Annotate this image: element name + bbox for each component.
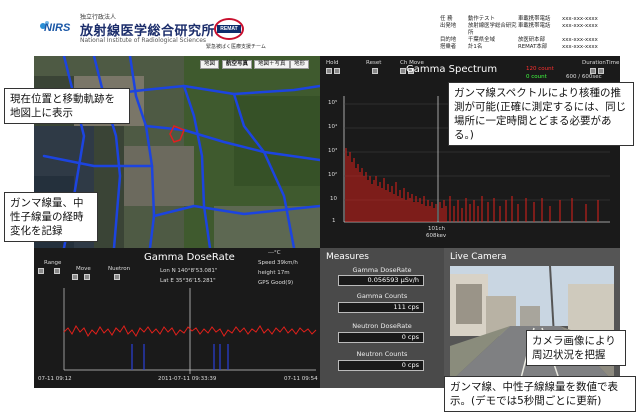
channel-label: 101ch xyxy=(428,226,446,232)
gamma-counts-value: 111 cps xyxy=(338,302,424,313)
time-current-label: 2011-07-11 09:33:39 xyxy=(158,376,217,382)
gamma-counts-label: Gamma Counts xyxy=(356,292,408,300)
time-start-label: 07-11 09:12 xyxy=(38,376,72,382)
doserate-plot xyxy=(63,288,317,374)
y-tick-label: 1 xyxy=(332,218,336,224)
nirs-logo: NIRS xyxy=(38,20,72,36)
hybrid-mode-button[interactable]: 地図＋写真 xyxy=(254,60,290,69)
time-end-label: 07-11 09:54 xyxy=(284,376,318,382)
camera-annotation: カメラ画像により周辺状況を把握 xyxy=(526,330,626,366)
neutron-doserate-label: Neutron DoseRate xyxy=(352,322,412,330)
neutron-counts-label: Neutron Counts xyxy=(356,350,408,358)
remat-logo: REMAT xyxy=(214,18,244,40)
org-english-name: National Institute of Radiological Scien… xyxy=(80,37,207,44)
mission-info-table: 任 務動作テスト 車載携帯電話 xxx-xxx-xxxx 出発地 放射線医学総合研究… xyxy=(440,16,612,51)
map-annotation: 現在位置と移動軌跡を地図上に表示 xyxy=(4,88,130,124)
remat-caption: 緊急被ばく医療支援チーム xyxy=(206,44,266,50)
measures-panel: Measures Gamma DoseRate 0.056593 μSv/h G… xyxy=(320,248,444,388)
kev-label: 608kev xyxy=(426,233,447,239)
live-camera-panel: Live Camera xyxy=(444,248,620,388)
measures-annotation: ガンマ線、中性子線線量を数値で表示。(デモでは5秒間ごとに更新) xyxy=(444,376,636,412)
camera-title: Live Camera xyxy=(450,252,507,262)
gamma-doserate-value: 0.056593 μSv/h xyxy=(338,275,424,286)
spectrum-annotation: ガンマ線スペクトルにより核種の推測が可能(正確に測定するには、同じ場所に一定時間… xyxy=(448,82,634,146)
gamma-doserate-label: Gamma DoseRate xyxy=(352,266,412,274)
terrain-mode-button[interactable]: 地形 xyxy=(290,60,310,69)
dashboard-screen: NIRS 独立行政法人 放射線医学総合研究所 National Institut… xyxy=(0,0,640,420)
measures-title: Measures xyxy=(326,252,369,262)
aerial-mode-button[interactable]: 航空写真 xyxy=(222,60,253,69)
neutron-doserate-value: 0 cps xyxy=(338,332,424,343)
y-tick-label: 10⁴ xyxy=(328,124,338,130)
y-tick-label: 10⁵ xyxy=(328,100,338,106)
dose-annotation: ガンマ線量、中性子線量の経時変化を記録 xyxy=(4,192,98,242)
info-row: 出発地 放射線医学総合研究所 車載携帯電話 xxx-xxx-xxxx xyxy=(440,23,598,36)
info-row: 目的地 千葉県全域 放医研本部 xxx-xxx-xxxx xyxy=(440,37,598,43)
map-mode-button[interactable]: 地図 xyxy=(200,60,220,69)
info-row: 搭乗者 計1名 REMAT本部 xxx-xxx-xxxx xyxy=(440,44,598,50)
y-tick-label: 10 xyxy=(330,196,337,202)
y-tick-label: 10³ xyxy=(328,148,338,154)
gamma-doserate-panel: Gamma DoseRate ---°C Lon N 140°8'53.081"… xyxy=(34,248,320,388)
info-row: 任 務動作テスト 車載携帯電話 xxx-xxx-xxxx xyxy=(440,16,598,22)
neutron-counts-value: 0 cps xyxy=(338,360,424,371)
y-tick-label: 10² xyxy=(328,172,338,178)
